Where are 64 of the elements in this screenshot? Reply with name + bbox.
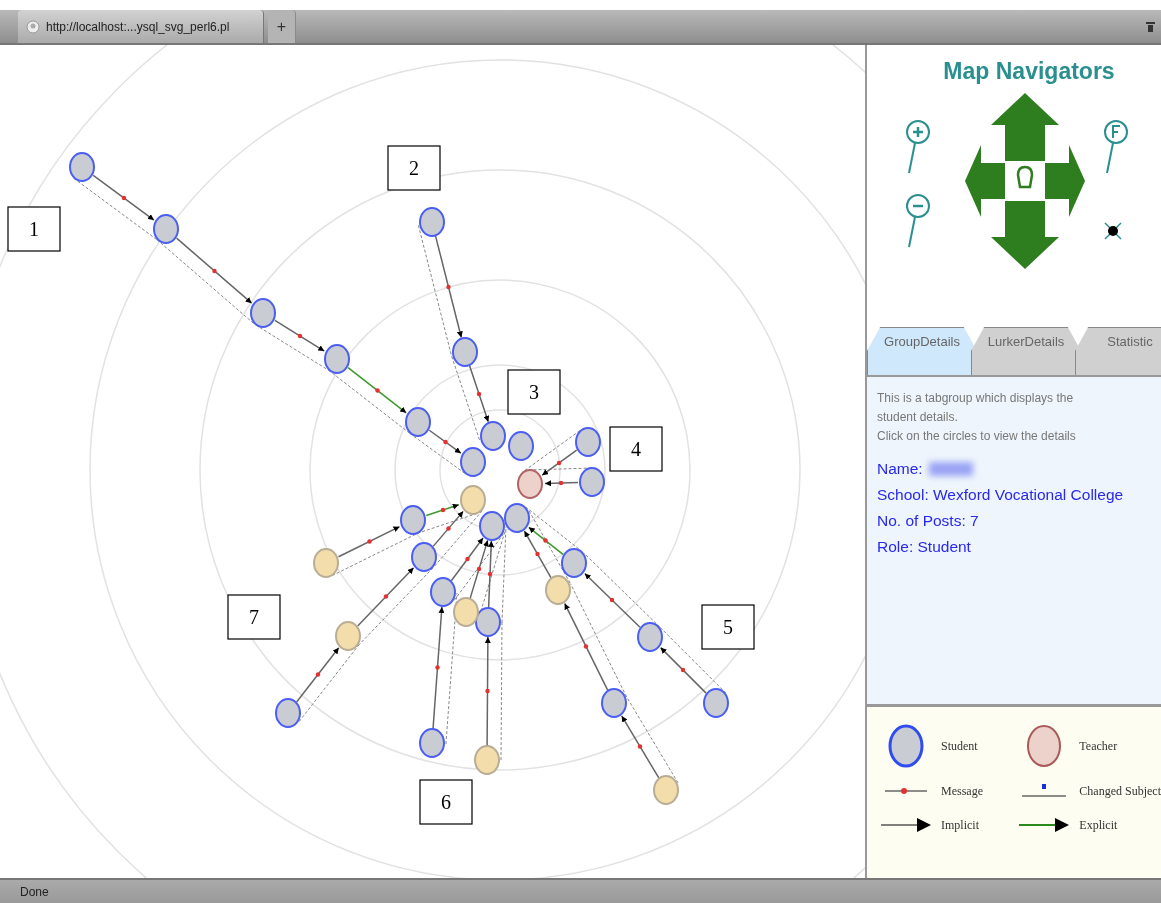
student-node[interactable] (411, 542, 437, 572)
new-tab-button[interactable]: + (268, 10, 296, 43)
student-node[interactable] (479, 511, 505, 541)
description-text: student details. (877, 409, 959, 426)
legend-label: Message (941, 783, 983, 799)
student-node[interactable] (324, 344, 350, 374)
student-node[interactable] (703, 688, 729, 718)
student-node[interactable] (575, 427, 601, 457)
browser-tab[interactable]: http://localhost:...ysql_svg_perl6.pl (18, 10, 264, 43)
status-text: Done (0, 878, 1161, 903)
legend-label: Explicit (1079, 817, 1118, 833)
student-node[interactable] (508, 431, 534, 461)
detail-text: No. of Posts: 7 (877, 511, 979, 531)
node[interactable] (545, 575, 571, 605)
detail-text: Name: (877, 459, 923, 479)
teacher-node[interactable] (517, 469, 543, 499)
number-label: 5 (701, 604, 755, 650)
node[interactable] (653, 775, 679, 805)
magnifier-icon[interactable] (1103, 119, 1129, 175)
student-node[interactable] (405, 407, 431, 437)
pan-arrows-drawing[interactable] (965, 93, 1085, 269)
number-label: 7 (227, 594, 281, 640)
description-text: Click on the circles to view the details (877, 428, 1077, 445)
student-node[interactable] (430, 577, 456, 607)
zoom-out-icon[interactable] (905, 193, 931, 249)
student-node[interactable] (452, 337, 478, 367)
student-node[interactable] (400, 505, 426, 535)
student-node[interactable] (275, 698, 301, 728)
node[interactable] (474, 745, 500, 775)
student-node[interactable] (69, 152, 95, 182)
student-node[interactable] (601, 688, 627, 718)
legend-label: Implicit (941, 817, 979, 833)
student-node[interactable] (153, 214, 179, 244)
student-node[interactable] (579, 467, 605, 497)
globe-icon (26, 19, 40, 34)
node[interactable] (460, 485, 486, 515)
number-label: 2 (387, 145, 441, 191)
student-node[interactable] (475, 607, 501, 637)
number-label: 4 (609, 426, 663, 472)
legend-label: Teacher (1079, 738, 1118, 754)
zoom-in-icon[interactable] (905, 119, 931, 175)
student-node[interactable] (504, 503, 530, 533)
student-node[interactable] (637, 622, 663, 652)
description-text: This is a tabgroup which displays the (877, 390, 1075, 407)
node[interactable] (335, 621, 361, 651)
panel-title: Map Navigators (942, 57, 1116, 85)
student-node[interactable] (460, 447, 486, 477)
detail-text: Role: Student (877, 537, 971, 557)
legend-label: Student (941, 738, 978, 754)
student-node[interactable] (561, 548, 587, 578)
student-node[interactable] (419, 207, 445, 237)
reset-icon[interactable] (1103, 221, 1123, 241)
menu-icon[interactable] (1146, 21, 1155, 32)
student-node[interactable] (419, 728, 445, 758)
node[interactable] (453, 597, 479, 627)
legend-label: Changed Subject (1079, 783, 1161, 799)
tab[interactable]: Statistic (1075, 327, 1161, 375)
student-node[interactable] (250, 298, 276, 328)
number-label: 6 (419, 779, 473, 825)
number-label: 1 (7, 206, 61, 252)
student-node[interactable] (480, 421, 506, 451)
node[interactable] (313, 548, 339, 578)
detail-text: School: Wexford Vocational College (877, 485, 1124, 505)
number-label: 3 (507, 369, 561, 415)
